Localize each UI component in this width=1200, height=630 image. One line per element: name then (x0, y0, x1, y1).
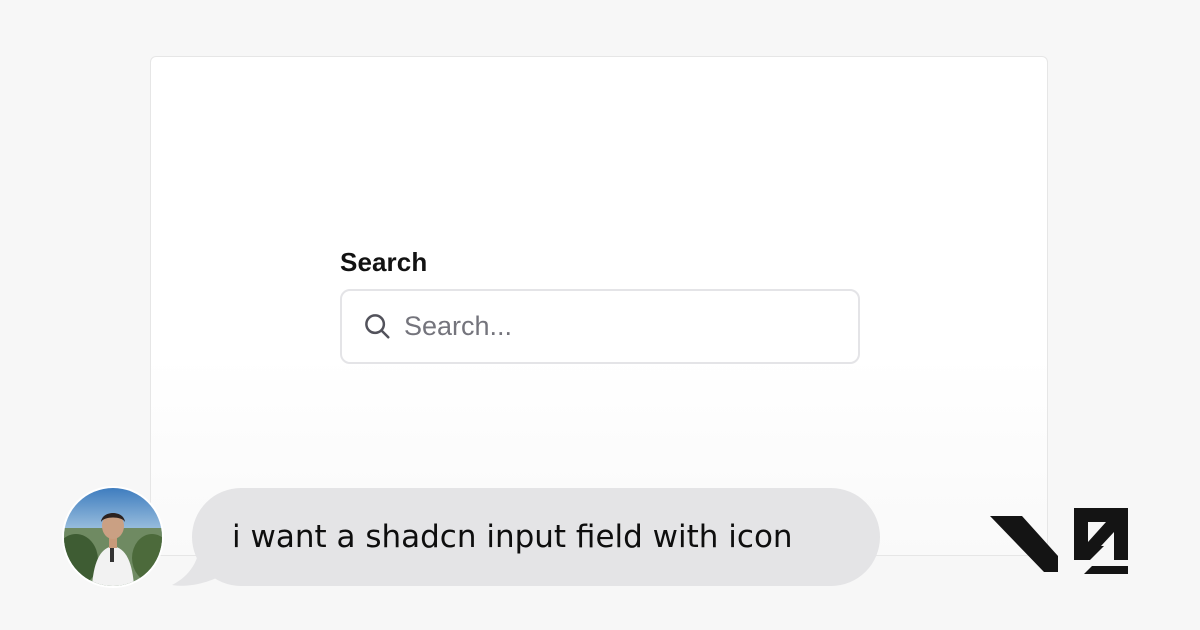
v0-logo-icon (990, 508, 1128, 574)
search-input[interactable] (404, 291, 844, 362)
search-icon (365, 314, 390, 339)
search-label: Search (340, 247, 428, 277)
preview-card: Search (150, 56, 1048, 556)
chat-message-text: i want a shadcn input field with icon (232, 519, 793, 555)
search-field[interactable] (340, 289, 860, 364)
chat-message-bubble: i want a shadcn input field with icon (192, 488, 880, 586)
user-avatar (64, 488, 162, 586)
